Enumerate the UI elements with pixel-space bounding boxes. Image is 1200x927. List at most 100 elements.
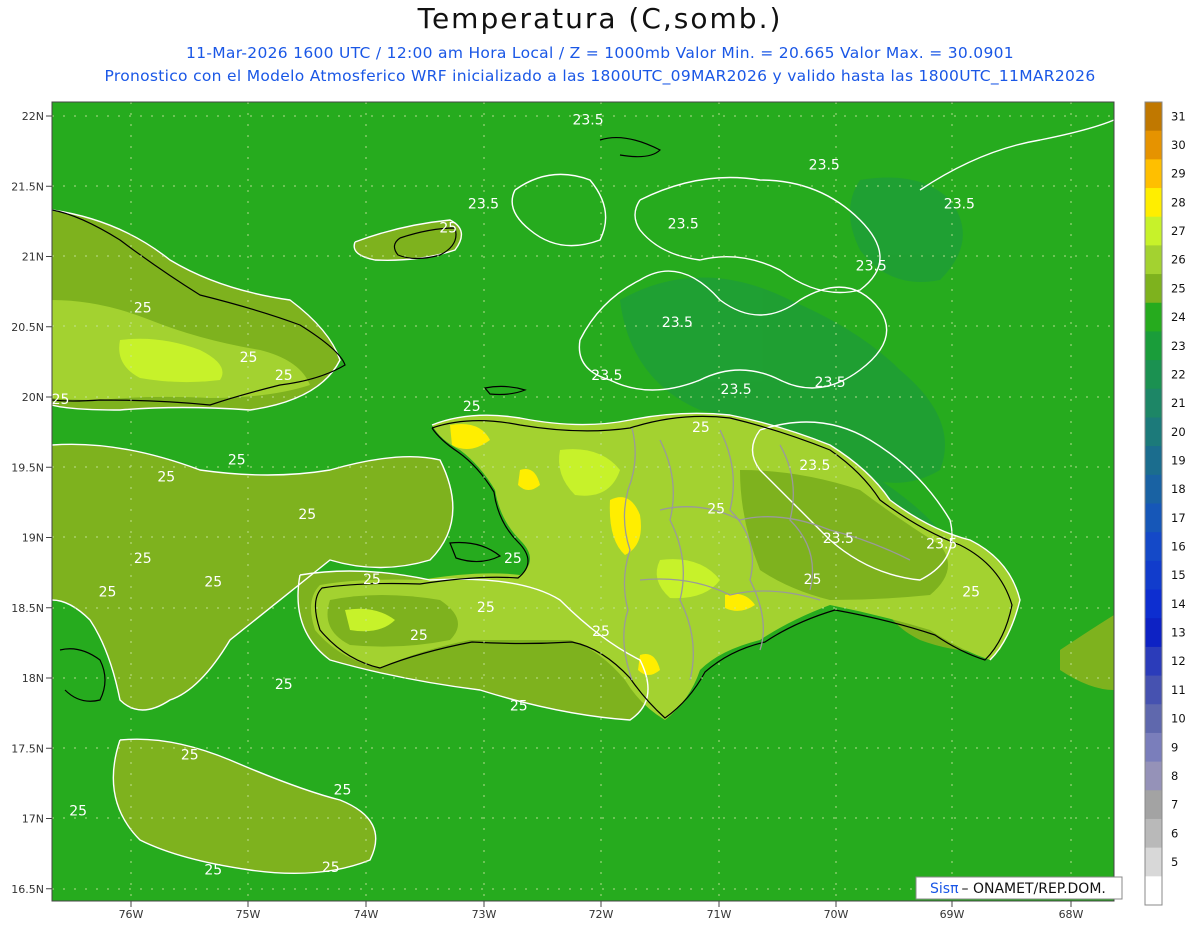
lat-label: 20N <box>22 391 44 404</box>
contour-label: 23.5 <box>668 216 699 232</box>
colorbar-swatch <box>1145 302 1162 332</box>
map-plot-area: 23.5 23.5 23.5 23.5 23.5 23.5 23.5 23.5 23.5 23.5… <box>52 102 1114 901</box>
lon-label: 75W <box>236 908 261 921</box>
colorbar-swatch <box>1145 274 1162 304</box>
contour-label: 25 <box>692 420 710 436</box>
colorbar-label: 25 <box>1171 281 1186 295</box>
colorbar-swatch <box>1145 704 1162 734</box>
colorbar-swatch <box>1145 761 1162 791</box>
contour-label: 25 <box>181 747 199 763</box>
contour-label: 25 <box>275 368 293 384</box>
contour-label: 25 <box>410 628 428 644</box>
contour-label: 25 <box>204 575 222 591</box>
contour-label: 25 <box>275 677 293 693</box>
longitude-axis: 76W 75W 74W 73W 72W 71W 70W 69W 68W <box>119 901 1084 921</box>
colorbar-label: 14 <box>1171 597 1186 611</box>
contour-label: 23.5 <box>662 315 693 331</box>
colorbar-label: 5 <box>1171 855 1178 869</box>
contour-label: 25 <box>298 507 316 523</box>
contour-label: 25 <box>322 860 340 876</box>
colorbar-label: 9 <box>1171 740 1178 754</box>
colorbar-label: 17 <box>1171 511 1186 525</box>
colorbar-swatch <box>1145 102 1162 132</box>
contour-label: 23.5 <box>856 259 887 275</box>
colorbar-label: 27 <box>1171 224 1186 238</box>
contour-label: 25 <box>439 221 457 237</box>
lat-label: 19N <box>22 532 44 545</box>
colorbar-swatch <box>1145 159 1162 189</box>
colorbar-label: 7 <box>1171 798 1178 812</box>
colorbar-swatch <box>1145 618 1162 648</box>
colorbar-label: 22 <box>1171 367 1186 381</box>
colorbar-swatch <box>1145 818 1162 849</box>
credit-sis: Sis <box>930 881 950 897</box>
lon-label: 72W <box>589 908 614 921</box>
contour-label: 25 <box>804 572 822 588</box>
lon-label: 71W <box>707 908 732 921</box>
lat-label: 16.5N <box>11 883 44 896</box>
colorbar-label: 23 <box>1171 339 1186 353</box>
contour-label: 23.5 <box>823 531 854 547</box>
credit-box: Sisπ – ONAMET/REP.DOM. <box>915 876 1123 900</box>
colorbar-swatch <box>1145 532 1162 562</box>
lon-label: 73W <box>472 908 497 921</box>
lat-label: 22N <box>22 110 44 123</box>
contour-label: 25 <box>504 551 522 567</box>
colorbar-swatch <box>1145 388 1162 418</box>
contour-label: 25 <box>334 783 352 799</box>
contour-label: 25 <box>240 350 258 366</box>
colorbar-swatch <box>1145 503 1162 533</box>
colorbar-swatch <box>1145 331 1162 361</box>
colorbar-label: 15 <box>1171 568 1186 582</box>
colorbar-swatch <box>1145 732 1162 763</box>
colorbar-swatch <box>1145 360 1162 390</box>
colorbar: 31 30 29 28 27 26 25 24 23 22 21 20 19 18 17 16 15 14 13 12… <box>1144 101 1186 906</box>
lat-label: 20.5N <box>11 321 44 334</box>
colorbar-label: 18 <box>1171 482 1186 496</box>
colorbar-swatch <box>1145 216 1162 246</box>
contour-label: 25 <box>204 863 222 879</box>
colorbar-label: 29 <box>1171 167 1186 181</box>
colorbar-swatch <box>1145 130 1162 160</box>
contour-label: 25 <box>962 585 980 601</box>
contour-label: 25 <box>363 572 381 588</box>
colorbar-label: 12 <box>1171 654 1186 668</box>
weather-map: 23.5 23.5 23.5 23.5 23.5 23.5 23.5 23.5 23.5 23.5… <box>11 101 1186 921</box>
credit-pi: π <box>950 881 959 897</box>
contour-label: 25 <box>157 469 175 485</box>
colorbar-label: 10 <box>1171 712 1186 726</box>
contour-label: 23.5 <box>591 368 622 384</box>
contour-label: 25 <box>510 698 528 714</box>
latitude-axis: 22N 21.5N 21N 20.5N 20N 19.5N 19N 18.5N 18N 17.5N… <box>11 110 52 896</box>
contour-label: 25 <box>463 399 481 415</box>
colorbar-swatch <box>1145 417 1162 447</box>
contour-label: 25 <box>477 600 495 616</box>
colorbar-swatch <box>1145 646 1162 677</box>
colorbar-swatch <box>1145 876 1162 906</box>
colorbar-label: 28 <box>1171 195 1186 209</box>
lon-label: 76W <box>119 908 144 921</box>
contour-label: 25 <box>134 551 152 567</box>
colorbar-swatch <box>1145 560 1162 591</box>
contour-label: 25 <box>52 392 70 408</box>
contour-label: 23.5 <box>468 197 499 213</box>
lat-label: 19.5N <box>11 461 44 474</box>
colorbar-label: 26 <box>1171 253 1186 267</box>
contour-label: 25 <box>69 804 87 820</box>
contour-label: 23.5 <box>926 537 957 553</box>
colorbar-swatch <box>1145 245 1162 275</box>
colorbar-swatch <box>1145 675 1162 705</box>
colorbar-label: 13 <box>1171 626 1186 640</box>
colorbar-swatch <box>1145 589 1162 619</box>
lat-label: 18.5N <box>11 602 44 615</box>
lat-label: 17N <box>22 813 44 826</box>
colorbar-label: 30 <box>1171 138 1186 152</box>
lat-label: 18N <box>22 672 44 685</box>
colorbar-swatch <box>1145 446 1162 476</box>
contour-label: 25 <box>99 585 117 601</box>
lon-label: 70W <box>824 908 849 921</box>
contour-label: 25 <box>592 624 610 640</box>
svg-text:Sisπ– ONAMET/REP.DOM.: Sisπ – ONAMET/REP.DOM. <box>930 881 1106 897</box>
colorbar-label: 16 <box>1171 540 1186 554</box>
colorbar-label: 6 <box>1171 826 1178 840</box>
